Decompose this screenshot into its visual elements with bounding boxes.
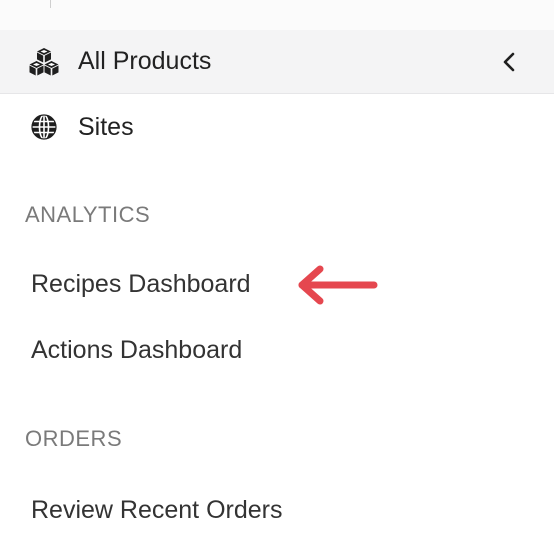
sidebar-item-label: All Products — [78, 47, 212, 75]
globe-icon — [28, 111, 60, 143]
sidebar-item-label: Sites — [78, 112, 134, 141]
chevron-left-icon[interactable] — [498, 51, 520, 73]
link-recipes-dashboard[interactable]: Recipes Dashboard — [31, 270, 251, 299]
cubes-icon — [28, 46, 60, 78]
sidebar: All Products Sites ANALYTICS Recipes Das… — [0, 0, 554, 548]
section-header-analytics: ANALYTICS — [25, 202, 151, 227]
link-review-recent-orders[interactable]: Review Recent Orders — [31, 496, 282, 525]
link-actions-dashboard[interactable]: Actions Dashboard — [31, 336, 242, 365]
sidebar-top-strip — [0, 0, 554, 30]
sidebar-item-all-products[interactable]: All Products — [0, 30, 554, 94]
divider — [50, 0, 51, 8]
sidebar-item-sites[interactable]: Sites — [0, 95, 554, 159]
section-header-orders: ORDERS — [25, 426, 123, 451]
arrow-left-icon — [298, 265, 378, 305]
